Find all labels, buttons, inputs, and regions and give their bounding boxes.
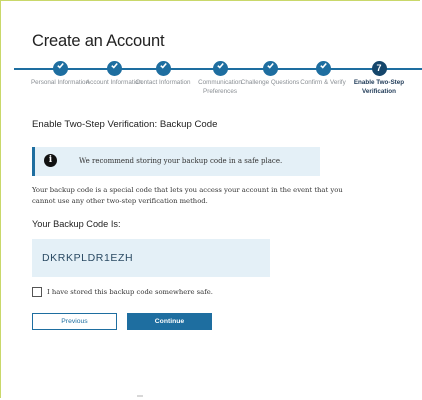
step-contact-information[interactable]: Contact Information bbox=[133, 58, 193, 88]
step-label: Contact Information bbox=[135, 79, 191, 86]
step-personal-information[interactable]: Personal Information bbox=[30, 58, 90, 88]
check-icon bbox=[262, 61, 278, 76]
step-enable-two-step-verification[interactable]: 7 Enable Two-Step Verification bbox=[349, 58, 409, 96]
check-icon bbox=[212, 61, 228, 76]
step-label: Enable Two-Step Verification bbox=[353, 79, 405, 95]
stored-code-checkbox[interactable] bbox=[32, 287, 42, 297]
check-icon bbox=[52, 61, 68, 76]
step-number: 7 bbox=[371, 61, 387, 76]
check-icon bbox=[106, 61, 122, 76]
footer-divider bbox=[137, 395, 143, 397]
step-label: Confirm & Verify bbox=[300, 79, 346, 86]
backup-code-label: Your Backup Code Is: bbox=[32, 219, 121, 229]
step-label: Challenge Questions bbox=[240, 79, 300, 86]
backup-code-value: DKRKPLDR1EZH bbox=[42, 252, 134, 264]
check-icon bbox=[315, 61, 331, 76]
step-challenge-questions[interactable]: Challenge Questions bbox=[240, 58, 300, 88]
backup-code-description: Your backup code is a special code that … bbox=[32, 186, 343, 205]
step-confirm-verify[interactable]: Confirm & Verify bbox=[293, 58, 353, 88]
info-banner: i We recommend storing your backup code … bbox=[32, 147, 320, 176]
info-icon: i bbox=[44, 154, 57, 167]
progress-stepper: Personal Information Account Information… bbox=[0, 58, 422, 128]
backup-code-box: DKRKPLDR1EZH bbox=[32, 239, 270, 277]
section-title: Enable Two-Step Verification: Backup Cod… bbox=[32, 119, 218, 130]
page-title: Create an Account bbox=[32, 32, 165, 50]
info-text: We recommend storing your backup code in… bbox=[79, 157, 283, 165]
step-label: Personal Information bbox=[30, 79, 90, 86]
previous-button[interactable]: Previous bbox=[32, 313, 117, 330]
check-icon bbox=[155, 61, 171, 76]
continue-button[interactable]: Continue bbox=[127, 313, 212, 330]
stored-code-checkbox-label[interactable]: I have stored this backup code somewhere… bbox=[47, 288, 213, 296]
